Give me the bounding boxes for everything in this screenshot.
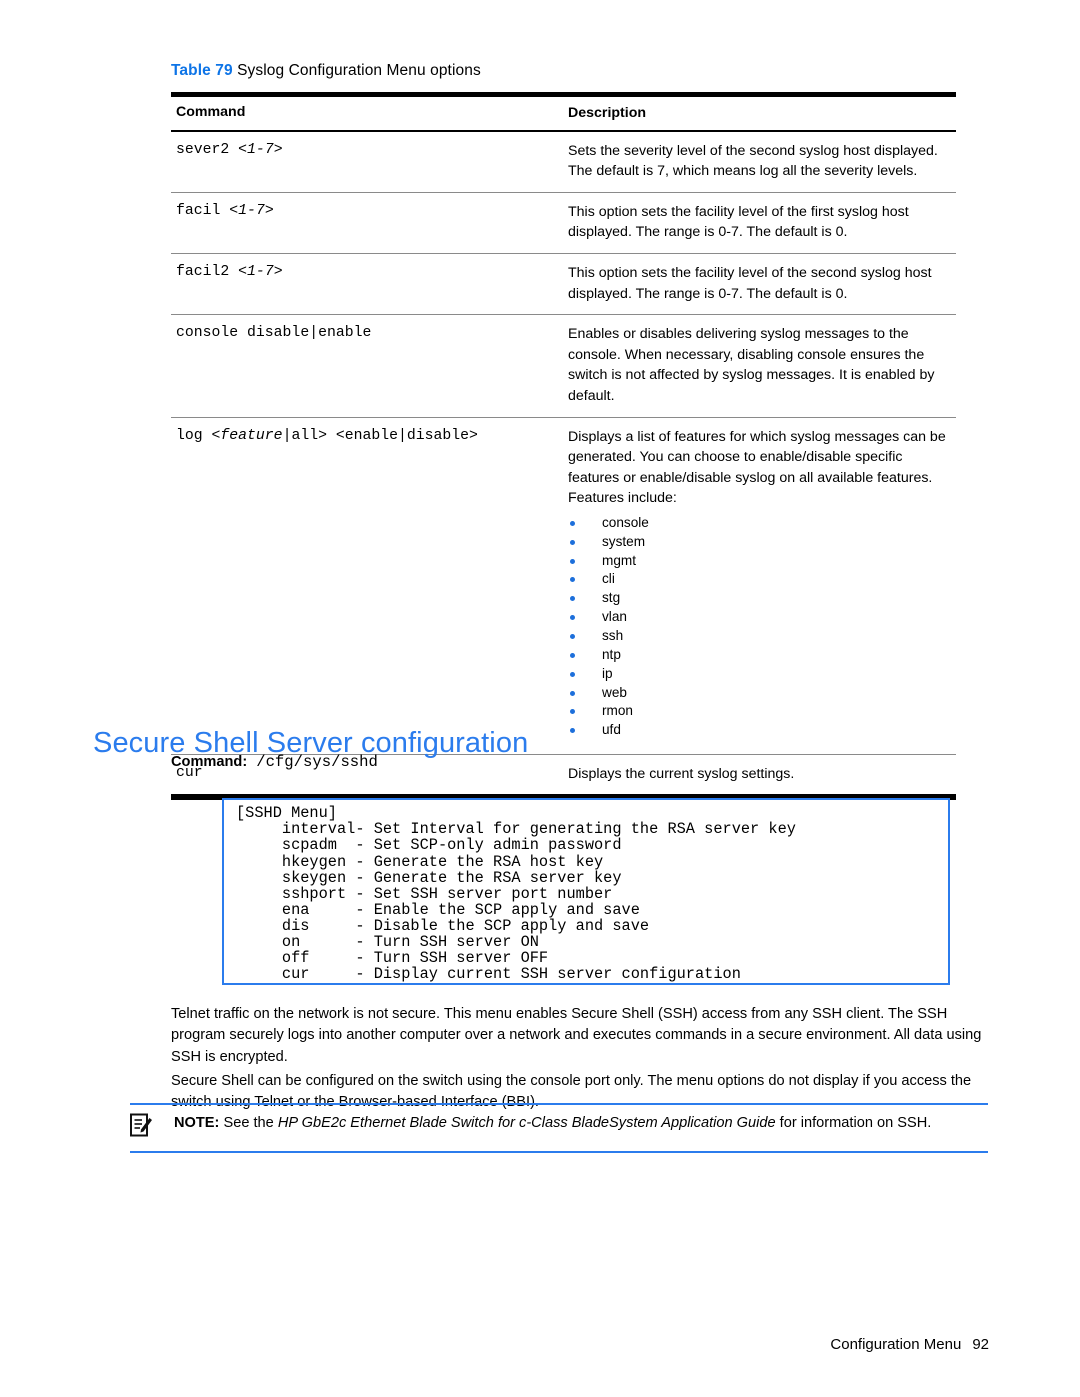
- list-item-label: stg: [602, 590, 621, 606]
- command-label: Command:: [171, 754, 248, 770]
- list-item: ip: [568, 665, 952, 683]
- bullet-icon: [570, 652, 575, 658]
- row-command: facil2 <1-7>: [171, 254, 568, 314]
- list-item: system: [568, 533, 952, 551]
- list-item-label: ssh: [602, 627, 624, 643]
- row-command: log <feature|all> <enable|disable>: [171, 418, 568, 754]
- note-guide-title: HP GbE2c Ethernet Blade Switch for c-Cla…: [277, 1115, 776, 1131]
- command-post: |all> <enable|disable>: [282, 427, 478, 444]
- row-command: sever2 <1-7>: [171, 132, 568, 192]
- list-item-label: console: [602, 514, 649, 530]
- list-item: mgmt: [568, 552, 952, 570]
- row-description-text: Displays a list of features for which sy…: [568, 428, 946, 507]
- command-emphasis: 1-7: [247, 141, 274, 158]
- row-command: facil <1-7>: [171, 193, 568, 253]
- command-pre: sever2 <: [176, 141, 248, 158]
- command-post: >: [273, 141, 283, 158]
- page-footer: Configuration Menu 92: [0, 1336, 989, 1353]
- bullet-icon: [570, 690, 575, 696]
- bullet-icon: [570, 709, 575, 715]
- command-pre: log <: [176, 427, 221, 444]
- list-item: console: [568, 514, 952, 532]
- syslog-options-table: Command Description sever2 <1-7> Sets th…: [171, 92, 956, 801]
- list-item: ufd: [568, 721, 952, 739]
- table-number-label: Table 79: [171, 62, 233, 79]
- bullet-icon: [570, 671, 575, 677]
- command-emphasis: 1-7: [247, 263, 274, 280]
- list-item-label: vlan: [602, 609, 627, 625]
- note-block: NOTE: See the HP GbE2c Ethernet Blade Sw…: [130, 1103, 988, 1153]
- note-label: NOTE:: [174, 1115, 220, 1131]
- list-item-label: ntp: [602, 646, 621, 662]
- list-item-label: web: [602, 684, 627, 700]
- list-item-label: mgmt: [602, 552, 636, 568]
- sshd-menu-code-block: [SSHD Menu] interval- Set Interval for g…: [222, 798, 950, 986]
- command-emphasis: 1-7: [238, 202, 265, 219]
- command-emphasis: feature: [220, 427, 283, 444]
- footer-label: Configuration Menu: [830, 1336, 962, 1353]
- command-pre: facil2 <: [176, 263, 248, 280]
- table-row: facil2 <1-7> This option sets the facili…: [171, 254, 956, 314]
- footer-page-number: 92: [972, 1336, 989, 1353]
- bullet-icon: [570, 539, 575, 545]
- list-item: ssh: [568, 627, 952, 645]
- header-command: Command: [176, 104, 246, 120]
- list-item: stg: [568, 589, 952, 607]
- list-item: cli: [568, 570, 952, 588]
- table-row: facil <1-7> This option sets the facilit…: [171, 193, 956, 253]
- header-description: Description: [568, 105, 647, 121]
- note-bottom-rule: [130, 1151, 988, 1153]
- feature-list: console system mgmt cli stg vlan ssh ntp ip web rm…: [568, 514, 952, 740]
- table-row: sever2 <1-7> Sets the severity level of …: [171, 132, 956, 192]
- bullet-icon: [570, 633, 575, 639]
- note-text-before: See the: [223, 1115, 278, 1131]
- list-item: ntp: [568, 646, 952, 664]
- note-text: NOTE: See the HP GbE2c Ethernet Blade Sw…: [174, 1113, 988, 1135]
- list-item: web: [568, 684, 952, 702]
- bullet-icon: [570, 615, 575, 621]
- list-item-label: ufd: [602, 722, 621, 738]
- list-item: rmon: [568, 702, 952, 720]
- bullet-icon: [570, 558, 575, 564]
- table-row: console disable|enable Enables or disabl…: [171, 315, 956, 416]
- list-item-label: cli: [602, 571, 615, 587]
- bullet-icon: [570, 577, 575, 583]
- row-command: console disable|enable: [171, 315, 568, 416]
- bullet-icon: [570, 520, 575, 526]
- table-title-text: Syslog Configuration Menu options: [237, 62, 481, 79]
- row-description: Sets the severity level of the second sy…: [568, 142, 938, 180]
- command-post: >: [273, 263, 283, 280]
- document-page: Table 79 Syslog Configuration Menu optio…: [0, 0, 1080, 1397]
- list-item-label: ip: [602, 665, 613, 681]
- table-header-row: Command Description: [171, 97, 956, 130]
- bullet-icon: [570, 728, 575, 734]
- list-item-label: rmon: [602, 703, 633, 719]
- command-pre: facil <: [176, 202, 239, 219]
- row-description: This option sets the facility level of t…: [568, 264, 932, 302]
- list-item: vlan: [568, 608, 952, 626]
- list-item-label: system: [602, 533, 646, 549]
- command-path: /cfg/sys/sshd: [256, 753, 378, 771]
- command-post: >: [264, 202, 274, 219]
- table-caption: Table 79 Syslog Configuration Menu optio…: [171, 62, 481, 80]
- note-pencil-icon: [130, 1113, 153, 1138]
- note-body: NOTE: See the HP GbE2c Ethernet Blade Sw…: [130, 1105, 988, 1151]
- bullet-icon: [570, 596, 575, 602]
- note-text-after: for information on SSH.: [775, 1115, 932, 1131]
- row-description: This option sets the facility level of t…: [568, 203, 909, 241]
- paragraph-telnet-security: Telnet traffic on the network is not sec…: [171, 1005, 982, 1066]
- row-description: Displays a list of features for which sy…: [568, 418, 956, 754]
- command-pre: console disable|enable: [176, 325, 372, 342]
- table-row: log <feature|all> <enable|disable> Displ…: [171, 418, 956, 754]
- row-description: Displays the current syslog settings.: [568, 765, 795, 782]
- row-description: Enables or disables delivering syslog me…: [568, 326, 935, 404]
- command-line: Command: /cfg/sys/sshd: [171, 753, 378, 771]
